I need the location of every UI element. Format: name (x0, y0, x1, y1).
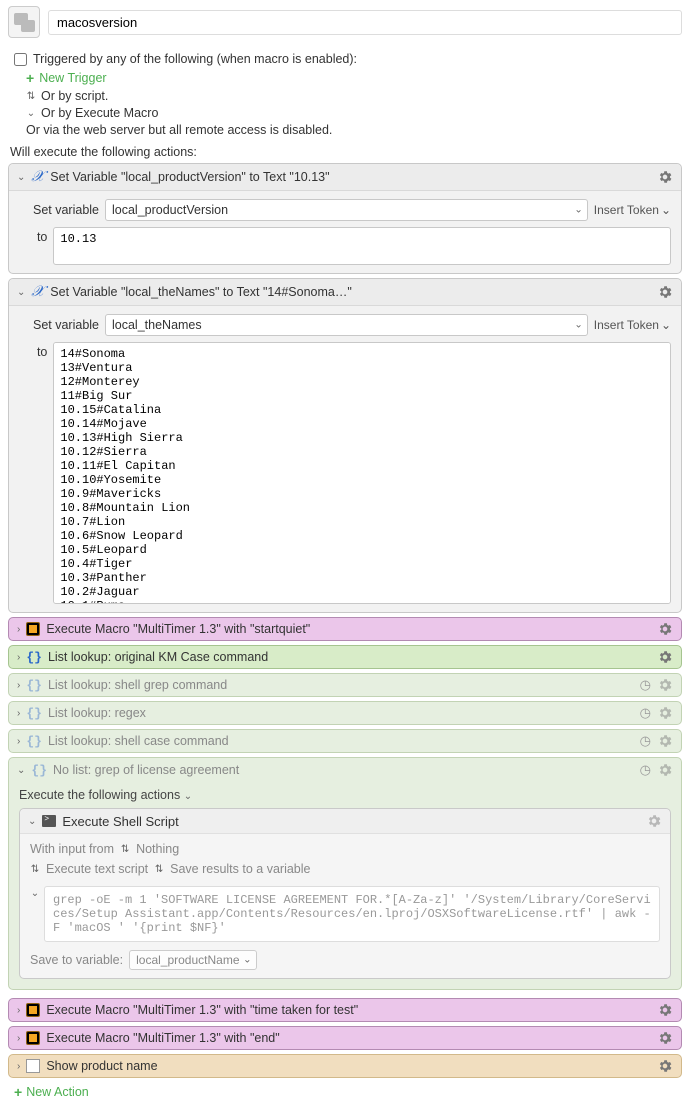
disclosure-toggle[interactable]: ⌄ (17, 172, 25, 183)
updown-icon[interactable]: ⇅ (30, 864, 40, 875)
terminal-icon (42, 815, 56, 827)
gear-icon[interactable] (657, 1030, 673, 1046)
document-icon (26, 1059, 40, 1073)
gear-icon[interactable] (657, 705, 673, 721)
braces-icon: {} (26, 650, 42, 665)
gear-icon[interactable] (657, 284, 673, 300)
disclosure-toggle[interactable]: ⌄ (28, 816, 36, 827)
clock-icon: ◷ (640, 733, 651, 749)
chevron-right-icon[interactable]: › (17, 1061, 20, 1072)
gear-icon[interactable] (646, 813, 662, 829)
plus-icon[interactable]: + (14, 1084, 22, 1100)
braces-icon: {} (31, 763, 47, 778)
chevron-right-icon[interactable]: › (17, 708, 20, 719)
triggered-checkbox[interactable] (14, 53, 27, 66)
action-list-lookup-km[interactable]: › {} List lookup: original KM Case comma… (8, 645, 682, 669)
set-variable-label: Set variable (19, 318, 99, 332)
gear-icon[interactable] (657, 733, 673, 749)
chevron-down-icon[interactable]: ⌄ (184, 791, 192, 802)
variable-x-icon: 𝒳 (31, 283, 44, 301)
action-list-lookup-grep[interactable]: › {} List lookup: shell grep command ◷ (8, 673, 682, 697)
to-label: to (19, 342, 47, 359)
chevron-right-icon[interactable]: › (17, 624, 20, 635)
to-label: to (19, 227, 47, 244)
macro-icon[interactable] (8, 6, 40, 38)
updown-icon[interactable]: ⇅ (120, 844, 130, 855)
gear-icon[interactable] (657, 677, 673, 693)
chevron-right-icon[interactable]: › (17, 652, 20, 663)
action-title: No list: grep of license agreement (53, 763, 634, 777)
gear-icon[interactable] (657, 649, 673, 665)
exec-actions-label: Will execute the following actions: (10, 145, 690, 159)
value-textarea[interactable] (53, 342, 671, 604)
action-execute-macro-timetaken[interactable]: › Execute Macro "MultiTimer 1.3" with "t… (8, 998, 682, 1022)
action-set-variable-2: ⌄ 𝒳 Set Variable "local_theNames" to Tex… (8, 278, 682, 613)
macro-square-icon (26, 1031, 40, 1045)
action-list-lookup-shellcase[interactable]: › {} List lookup: shell case command ◷ (8, 729, 682, 753)
or-script-label: Or by script. (41, 89, 108, 103)
action-execute-macro-startquiet[interactable]: › Execute Macro "MultiTimer 1.3" with "s… (8, 617, 682, 641)
macro-square-icon (26, 1003, 40, 1017)
plus-icon[interactable]: + (26, 70, 34, 86)
gear-icon[interactable] (657, 621, 673, 637)
chevron-down-icon[interactable]: ⌄ (26, 108, 36, 119)
macro-name-input[interactable] (48, 10, 682, 35)
clock-icon: ◷ (640, 677, 651, 693)
chevron-down-icon: ⌄ (243, 955, 251, 966)
save-results-label: Save results to a variable (170, 862, 310, 876)
updown-icon[interactable]: ⇅ (154, 864, 164, 875)
action-execute-shell-script: ⌄ Execute Shell Script With input from ⇅… (19, 808, 671, 979)
variable-name-select[interactable]: local_productVersion ⌄ (105, 199, 588, 221)
chevron-right-icon[interactable]: › (17, 736, 20, 747)
chevron-down-icon: ⌄ (574, 205, 582, 216)
macro-square-icon (26, 622, 40, 636)
chevron-right-icon[interactable]: › (17, 1033, 20, 1044)
save-variable-select[interactable]: local_productName ⌄ (129, 950, 256, 970)
with-input-label: With input from (30, 842, 114, 856)
braces-icon: {} (26, 706, 42, 721)
action-show-product-name[interactable]: › Show product name (8, 1054, 682, 1078)
chevron-right-icon[interactable]: › (17, 680, 20, 691)
braces-icon: {} (26, 678, 42, 693)
chevron-down-icon[interactable]: ⌄ (30, 882, 40, 950)
gear-icon[interactable] (657, 1002, 673, 1018)
insert-token-button[interactable]: Insert Token⌄ (594, 318, 671, 332)
disclosure-toggle[interactable]: ⌄ (17, 287, 25, 298)
action-execute-macro-end[interactable]: › Execute Macro "MultiTimer 1.3" with "e… (8, 1026, 682, 1050)
clock-icon: ◷ (640, 762, 651, 778)
insert-token-button[interactable]: Insert Token⌄ (594, 203, 671, 217)
triggered-label: Triggered by any of the following (when … (33, 52, 357, 66)
chevron-right-icon[interactable]: › (17, 1005, 20, 1016)
variable-x-icon: 𝒳 (31, 168, 44, 186)
new-trigger-link[interactable]: New Trigger (39, 71, 106, 85)
action-set-variable-1: ⌄ 𝒳 Set Variable "local_productVersion" … (8, 163, 682, 274)
action-list-lookup-regex[interactable]: › {} List lookup: regex ◷ (8, 701, 682, 725)
chevron-down-icon: ⌄ (574, 320, 582, 331)
save-to-variable-label: Save to variable: (30, 953, 123, 967)
variable-name-select[interactable]: local_theNames ⌄ (105, 314, 588, 336)
shell-script-title: Execute Shell Script (62, 814, 640, 829)
gear-icon[interactable] (657, 169, 673, 185)
action-title: Set Variable "local_productVersion" to T… (50, 170, 651, 184)
shell-script-text[interactable]: grep -oE -m 1 'SOFTWARE LICENSE AGREEMEN… (44, 886, 660, 942)
action-no-list-grep: ⌄ {} No list: grep of license agreement … (8, 757, 682, 990)
gear-icon[interactable] (657, 1058, 673, 1074)
execute-following-label: Execute the following actions (19, 788, 180, 802)
execute-text-script-label: Execute text script (46, 862, 148, 876)
updown-icon: ⇅ (26, 91, 36, 102)
or-execute-label: Or by Execute Macro (41, 106, 158, 120)
value-textarea[interactable] (53, 227, 671, 265)
action-title: Set Variable "local_theNames" to Text "1… (50, 285, 651, 299)
disclosure-toggle[interactable]: ⌄ (17, 765, 25, 776)
gear-icon[interactable] (657, 762, 673, 778)
or-web-label: Or via the web server but all remote acc… (26, 123, 680, 137)
set-variable-label: Set variable (19, 203, 99, 217)
input-source-value: Nothing (136, 842, 179, 856)
new-action-link[interactable]: New Action (26, 1085, 89, 1099)
braces-icon: {} (26, 734, 42, 749)
clock-icon: ◷ (640, 705, 651, 721)
